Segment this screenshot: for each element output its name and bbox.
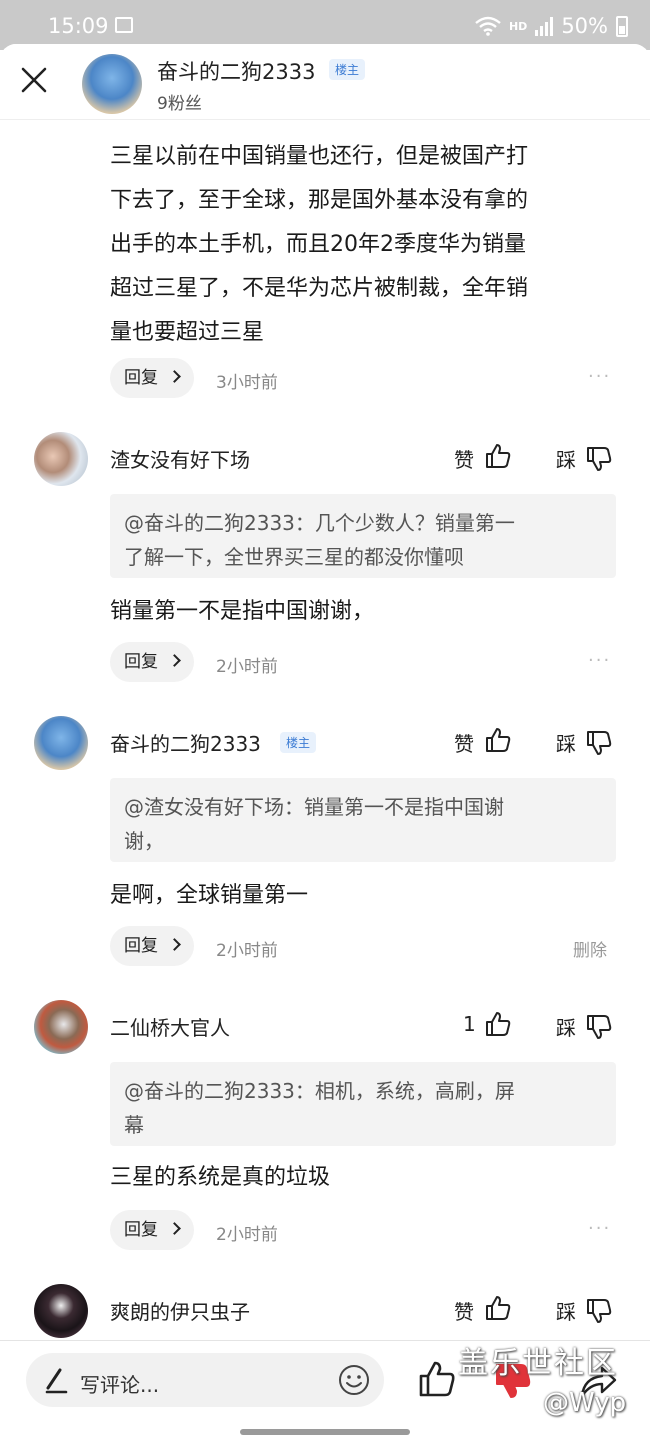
comment-time: 3小时前 xyxy=(216,373,278,393)
close-icon[interactable] xyxy=(20,66,48,94)
thumb-up-icon[interactable] xyxy=(485,1295,511,1321)
thumb-down-icon[interactable] xyxy=(586,1298,612,1324)
watermark-handle: @Wyp xyxy=(543,1388,627,1418)
emoji-icon[interactable] xyxy=(338,1364,370,1396)
username[interactable]: 二仙桥大官人 xyxy=(110,1012,230,1041)
like-label[interactable]: 赞 xyxy=(454,728,474,757)
quote-line: @渣女没有好下场：销量第一不是指中国谢 xyxy=(124,795,504,819)
pen-icon xyxy=(45,1368,68,1394)
reply-button[interactable]: 回复 xyxy=(110,1210,194,1250)
dislike-label[interactable]: 踩 xyxy=(556,444,576,473)
like-count[interactable]: 1 xyxy=(463,1012,476,1036)
thumb-up-icon[interactable] xyxy=(485,1011,511,1037)
thumb-down-icon[interactable] xyxy=(586,446,612,472)
sheet-header: 奋斗的二狗2333 楼主 9粉丝 xyxy=(0,44,650,120)
dislike-label[interactable]: 踩 xyxy=(556,1012,576,1041)
signal-icon xyxy=(535,17,554,36)
quote-line: 了解一下，全世界买三星的都没你懂呗 xyxy=(124,545,464,569)
thumb-down-icon[interactable] xyxy=(586,1014,612,1040)
avatar[interactable] xyxy=(34,1284,88,1338)
comment-time: 2小时前 xyxy=(216,657,278,677)
username[interactable]: 渣女没有好下场 xyxy=(110,444,250,473)
watermark-title: 盖乐世社区 xyxy=(458,1346,618,1381)
comment-line: 三星以前在中国销量也还行，但是被国产打 xyxy=(110,144,529,169)
username[interactable]: 奋斗的二狗2333 xyxy=(110,728,261,757)
more-icon[interactable]: ··· xyxy=(588,366,611,387)
photo-icon xyxy=(115,17,133,33)
comment-line: 量也要超过三星 xyxy=(110,320,265,345)
comment-text: 三星以前在中国销量也还行，但是被国产打 下去了，至于全球，那是国外基本没有拿的 … xyxy=(110,135,610,355)
reply-label: 回复 xyxy=(124,652,158,672)
comment-time: 2小时前 xyxy=(216,941,278,961)
quote-line: 幕 xyxy=(124,1113,144,1137)
avatar[interactable] xyxy=(34,432,88,486)
avatar[interactable] xyxy=(82,54,142,114)
chevron-right-icon xyxy=(168,654,181,667)
comment-line: 出手的本土手机，而且20年2季度华为销量 xyxy=(110,232,526,257)
reply-button[interactable]: 回复 xyxy=(110,926,194,966)
like-label[interactable]: 赞 xyxy=(454,444,474,473)
battery-percent: 50% xyxy=(561,14,608,38)
comment-line: 超过三星了，不是华为芯片被制裁，全年销 xyxy=(110,276,529,301)
thumb-down-icon[interactable] xyxy=(586,730,612,756)
comment-text: 销量第一不是指中国谢谢， xyxy=(110,599,375,624)
quote-line: 谢， xyxy=(124,829,164,853)
home-indicator[interactable] xyxy=(240,1429,410,1435)
more-icon[interactable]: ··· xyxy=(588,1218,611,1239)
author-name[interactable]: 奋斗的二狗2333 xyxy=(157,56,315,86)
quoted-comment: @奋斗的二狗2333：相机，系统，高刷，屏 幕 xyxy=(110,1062,616,1146)
fans-count: 9粉丝 xyxy=(157,94,202,114)
avatar[interactable] xyxy=(34,716,88,770)
status-indicators: HD 50% xyxy=(475,12,628,40)
status-time: 15:09 xyxy=(48,14,109,38)
comment-line: 下去了，至于全球，那是国外基本没有拿的 xyxy=(110,188,529,213)
network-type: HD xyxy=(508,19,528,33)
status-bar: 15:09 HD 50% xyxy=(0,0,650,50)
thumb-up-icon[interactable] xyxy=(418,1360,456,1398)
reply-label: 回复 xyxy=(124,936,158,956)
quoted-comment: @奋斗的二狗2333：几个少数人？销量第一 了解一下，全世界买三星的都没你懂呗 xyxy=(110,494,616,578)
reply-label: 回复 xyxy=(124,1220,158,1240)
dislike-label[interactable]: 踩 xyxy=(556,728,576,757)
comment-text: 三星的系统是真的垃圾 xyxy=(110,1165,331,1190)
wifi-icon xyxy=(475,16,501,36)
battery-icon xyxy=(616,15,628,37)
comment-time: 2小时前 xyxy=(216,1225,278,1245)
owner-badge: 楼主 xyxy=(329,59,366,80)
username[interactable]: 爽朗的伊只虫子 xyxy=(110,1296,250,1325)
reply-label: 回复 xyxy=(124,368,158,388)
chevron-right-icon xyxy=(168,938,181,951)
quoted-comment: @渣女没有好下场：销量第一不是指中国谢 谢， xyxy=(110,778,616,862)
quote-line: @奋斗的二狗2333：相机，系统，高刷，屏 xyxy=(124,1079,515,1103)
comment-placeholder[interactable]: 写评论... xyxy=(80,1369,159,1398)
reply-button[interactable]: 回复 xyxy=(110,358,194,398)
like-label[interactable]: 赞 xyxy=(454,1296,474,1325)
delete-button[interactable]: 删除 xyxy=(573,936,607,961)
dislike-label[interactable]: 踩 xyxy=(556,1296,576,1325)
chevron-right-icon xyxy=(168,370,181,383)
chevron-right-icon xyxy=(168,1222,181,1235)
more-icon[interactable]: ··· xyxy=(588,650,611,671)
comment-text: 是啊，全球销量第一 xyxy=(110,883,309,908)
owner-badge: 楼主 xyxy=(280,732,317,753)
thumb-up-icon[interactable] xyxy=(485,443,511,469)
quote-line: @奋斗的二狗2333：几个少数人？销量第一 xyxy=(124,511,515,535)
reply-button[interactable]: 回复 xyxy=(110,642,194,682)
thumb-up-icon[interactable] xyxy=(485,727,511,753)
avatar[interactable] xyxy=(34,1000,88,1054)
